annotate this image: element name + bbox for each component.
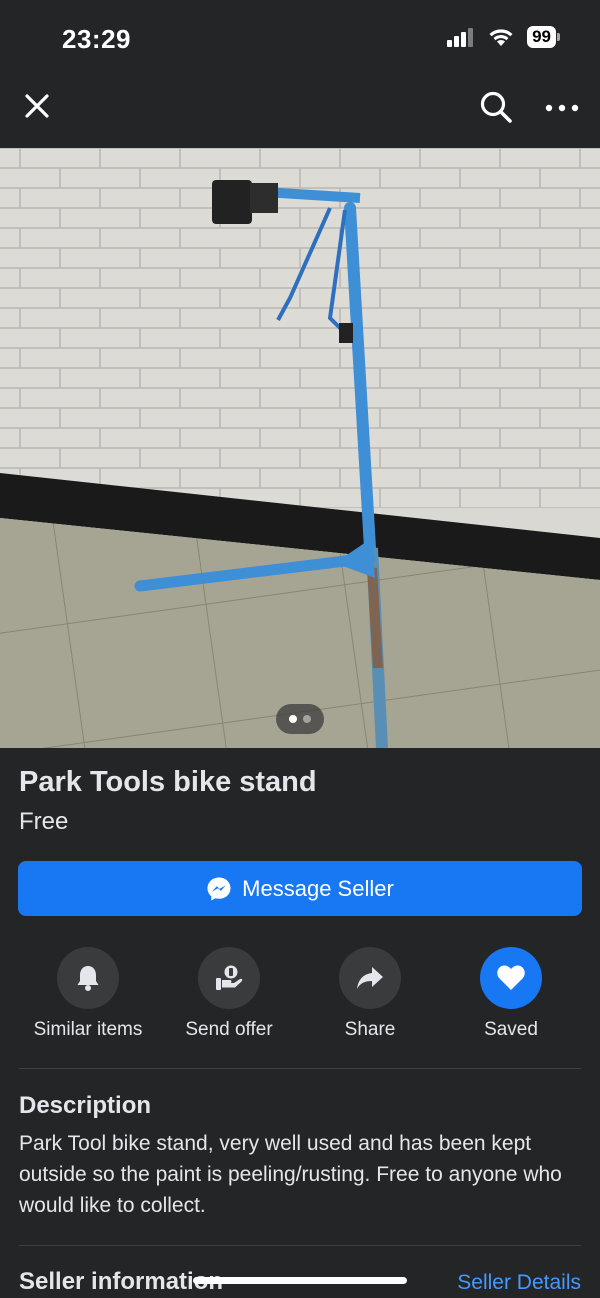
bell-icon [77, 966, 99, 991]
listing-title: Park Tools bike stand [19, 766, 317, 798]
send-offer-label: Send offer [185, 1019, 273, 1040]
listing-price: Free [19, 808, 69, 835]
similar-items-circle [57, 947, 119, 1009]
close-icon [25, 94, 49, 118]
similar-items-label: Similar items [33, 1019, 143, 1040]
similar-items-button[interactable]: Similar items [13, 947, 163, 1041]
more-icon [545, 104, 579, 112]
saved-button[interactable]: Saved [436, 947, 586, 1041]
saved-label: Saved [484, 1019, 538, 1040]
search-icon [480, 91, 512, 123]
heart-icon [497, 965, 525, 990]
share-icon [357, 967, 383, 989]
messenger-icon [207, 877, 231, 900]
battery-indicator: 99 [527, 26, 560, 48]
status-time: 23:29 [62, 24, 131, 54]
photo-dot-active [289, 715, 297, 723]
action-row: Similar items Send offer Share Saved [0, 947, 600, 1047]
message-seller-button[interactable]: Message Seller [18, 861, 582, 916]
bike-stand-photo [0, 148, 600, 748]
description-text: Park Tool bike stand, very well used and… [19, 1132, 562, 1217]
home-indicator[interactable] [193, 1277, 407, 1284]
share-button[interactable]: Share [295, 947, 445, 1041]
status-bar: 23:29 99 [0, 0, 600, 75]
share-circle [339, 947, 401, 1009]
description-heading: Description [19, 1092, 152, 1119]
search-button[interactable] [478, 89, 514, 125]
listing-photo[interactable] [0, 148, 600, 748]
offer-icon [216, 965, 243, 990]
send-offer-button[interactable]: Send offer [154, 947, 304, 1041]
more-button[interactable] [544, 89, 580, 125]
nav-bar [0, 75, 600, 148]
status-indicators: 99 [447, 26, 560, 48]
seller-details-link[interactable]: Seller Details [457, 1271, 581, 1295]
photo-dot-inactive [303, 715, 311, 723]
close-button[interactable] [20, 89, 54, 123]
divider [19, 1245, 581, 1246]
wifi-icon [489, 29, 513, 46]
cellular-signal-icon [447, 28, 474, 47]
message-seller-label: Message Seller [242, 875, 394, 901]
share-label: Share [344, 1019, 396, 1040]
send-offer-circle [198, 947, 260, 1009]
divider [19, 1068, 581, 1069]
photo-page-indicator[interactable] [276, 704, 324, 734]
battery-level: 99 [527, 26, 556, 48]
battery-tip [557, 33, 560, 41]
saved-circle [480, 947, 542, 1009]
